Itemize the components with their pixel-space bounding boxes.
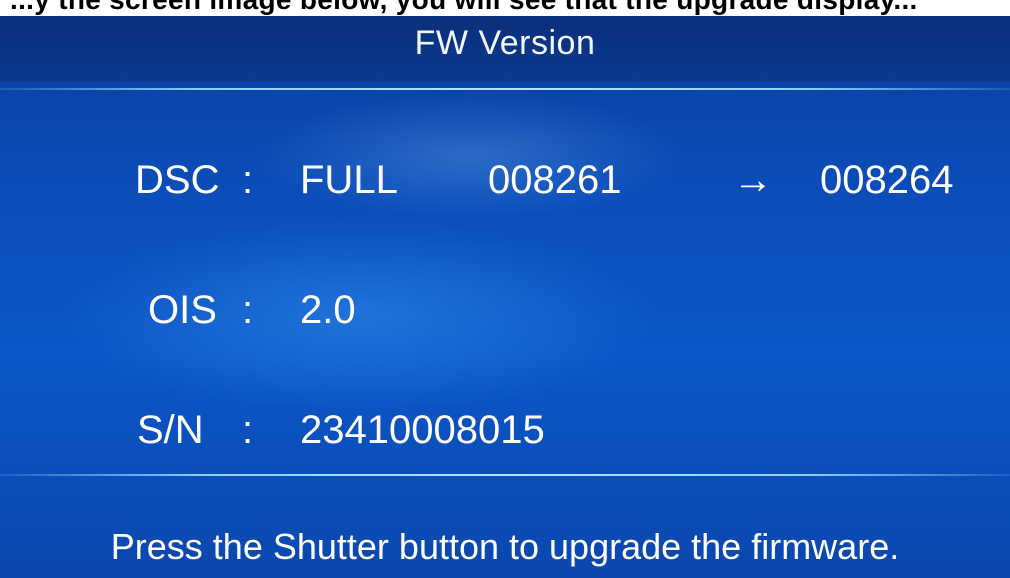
dsc-label: DSC — [135, 158, 220, 202]
ois-label: OIS — [148, 288, 217, 332]
caption-strip: ...y the screen image below, you will se… — [0, 0, 1010, 16]
ois-colon: : — [242, 288, 254, 332]
sn-value: 23410008015 — [300, 408, 545, 452]
sn-row: S/N : 23410008015 — [0, 408, 1010, 458]
ois-value: 2.0 — [300, 288, 356, 332]
dsc-row: DSC : FULL 008261 → 008264 — [0, 158, 1010, 208]
bottom-divider — [0, 474, 1010, 476]
page: ...y the screen image below, you will se… — [0, 0, 1010, 578]
dsc-type: FULL — [300, 158, 398, 202]
header-bar: FW Version — [0, 16, 1010, 82]
sn-colon: : — [242, 408, 254, 452]
dsc-colon: : — [242, 158, 254, 202]
camera-screen: FW Version DSC : FULL 008261 → 008264 OI… — [0, 16, 1010, 578]
sn-label: S/N — [137, 408, 204, 452]
top-divider — [0, 88, 1010, 90]
dsc-new-version: 008264 — [820, 158, 954, 202]
page-title: FW Version — [414, 24, 596, 62]
arrow-right-icon: → — [733, 158, 773, 202]
footer-instruction: Press the Shutter button to upgrade the … — [110, 526, 900, 567]
caption-text: ...y the screen image below, you will se… — [10, 0, 918, 16]
ois-row: OIS : 2.0 — [0, 288, 1010, 338]
dsc-current-version: 008261 — [488, 158, 622, 202]
